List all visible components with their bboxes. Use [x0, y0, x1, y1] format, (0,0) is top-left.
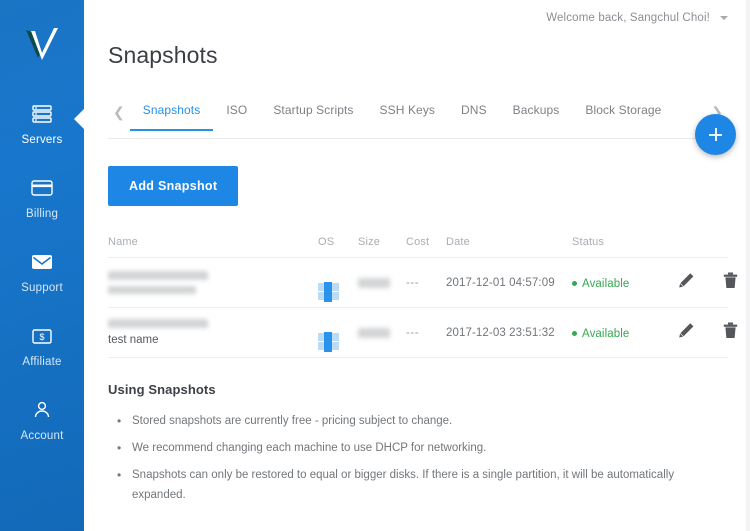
main-content: Welcome back, Sangchul Choi! Snapshots ❮…	[84, 0, 750, 531]
cell-cost: ---	[406, 326, 420, 339]
page-title: Snapshots	[108, 42, 218, 68]
delete-button[interactable]	[708, 322, 750, 344]
chevron-left-icon[interactable]: ❮	[108, 99, 130, 125]
tab-label: DNS	[461, 103, 487, 117]
table-body: --- 2017-12-01 04:57:09 Available test n…	[108, 258, 737, 358]
cell-name: test name	[108, 319, 318, 346]
column-header-size: Size	[358, 236, 380, 248]
sidebar-item-billing[interactable]: Billing	[0, 166, 84, 226]
sidebar-item-label: Billing	[25, 208, 59, 220]
tab-label: SSH Keys	[379, 103, 436, 117]
status-badge: Available	[582, 327, 630, 340]
list-item: Snapshots can only be restored to equal …	[108, 465, 708, 505]
welcome-message: Welcome back, Sangchul Choi!	[546, 12, 710, 24]
tab-backups[interactable]: Backups	[500, 99, 573, 129]
trash-icon	[723, 322, 738, 344]
envelope-icon	[29, 250, 55, 274]
sidebar-item-account[interactable]: Account	[0, 388, 84, 448]
redacted-name-primary	[108, 319, 208, 328]
cell-date: 2017-12-01 04:57:09	[446, 276, 555, 289]
redacted-size	[358, 327, 390, 338]
sidebar: Servers Billing Support $ Affiliate Acco…	[0, 0, 85, 531]
tab-label: Block Storage	[585, 103, 662, 117]
trash-icon	[723, 272, 738, 294]
help-bullet-list: Stored snapshots are currently free - pr…	[108, 411, 728, 505]
column-header-status: Status	[572, 236, 605, 248]
tab-bar: ❮ Snapshots ISO Startup Scripts SSH Keys…	[108, 99, 728, 139]
server-stack-icon	[29, 102, 55, 126]
list-item: We recommend changing each machine to us…	[108, 438, 708, 458]
pencil-icon	[678, 322, 695, 344]
sidebar-item-servers[interactable]: Servers	[0, 92, 85, 152]
redacted-name-primary	[108, 271, 208, 280]
using-snapshots-section: Using Snapshots Stored snapshots are cur…	[108, 382, 728, 505]
scrollbar-track[interactable]	[746, 0, 750, 531]
name-secondary: test name	[108, 334, 159, 346]
cell-size	[358, 277, 406, 288]
pencil-icon	[678, 272, 695, 294]
credit-card-icon	[29, 176, 55, 200]
cell-size	[358, 327, 406, 338]
tab-block-storage[interactable]: Block Storage	[572, 99, 674, 129]
sidebar-item-label: Account	[20, 430, 64, 442]
app-root: Servers Billing Support $ Affiliate Acco…	[0, 0, 750, 531]
tab-startup-scripts[interactable]: Startup Scripts	[260, 99, 366, 129]
edit-button[interactable]	[664, 272, 708, 294]
table-row[interactable]: test name --- 2017-12-03 23:51:32 Availa…	[108, 308, 737, 358]
tab-dns[interactable]: DNS	[448, 99, 500, 129]
table-row[interactable]: --- 2017-12-01 04:57:09 Available	[108, 258, 737, 308]
sidebar-item-label: Servers	[21, 134, 63, 146]
cell-status: Available	[572, 274, 664, 292]
sidebar-item-label: Support	[21, 282, 63, 294]
snapshots-table: Name OS Size Cost Date Status --- 2017-1…	[108, 236, 737, 358]
tab-label: Snapshots	[142, 103, 201, 117]
vultr-logo[interactable]	[18, 22, 66, 66]
tab-label: Backups	[512, 103, 560, 117]
status-badge: Available	[582, 277, 630, 290]
tab-label: ISO	[226, 103, 248, 117]
cell-cost: ---	[406, 276, 420, 289]
delete-button[interactable]	[708, 272, 750, 294]
column-header-os: OS	[318, 236, 335, 248]
redacted-size	[358, 277, 390, 288]
column-header-date: Date	[446, 236, 470, 248]
plus-icon	[708, 127, 723, 142]
column-header-cost: Cost	[406, 236, 430, 248]
cell-date: 2017-12-03 23:51:32	[446, 326, 555, 339]
topbar: Welcome back, Sangchul Choi!	[84, 0, 750, 30]
status-dot-icon	[572, 330, 577, 336]
add-snapshot-button[interactable]: Add Snapshot	[108, 166, 239, 206]
status-dot-icon	[572, 280, 577, 286]
add-floating-action-button[interactable]	[695, 114, 736, 155]
sidebar-item-affiliate[interactable]: $ Affiliate	[0, 314, 84, 374]
svg-text:$: $	[39, 332, 44, 342]
cell-status: Available	[572, 324, 664, 342]
sidebar-item-label: Affiliate	[22, 356, 62, 368]
redacted-name-secondary	[108, 286, 196, 294]
list-item: Stored snapshots are currently free - pr…	[108, 411, 708, 431]
table-header-row: Name OS Size Cost Date Status	[108, 236, 728, 258]
sidebar-item-support[interactable]: Support	[0, 240, 84, 300]
chevron-down-icon[interactable]	[720, 16, 728, 20]
section-heading: Using Snapshots	[108, 382, 216, 397]
column-header-name: Name	[108, 236, 138, 248]
tab-label: Startup Scripts	[273, 103, 354, 117]
person-icon	[29, 398, 55, 422]
cell-name	[108, 271, 318, 294]
edit-button[interactable]	[664, 322, 708, 344]
tab-snapshots[interactable]: Snapshots	[129, 99, 214, 131]
tab-ssh-keys[interactable]: SSH Keys	[367, 99, 449, 129]
dollar-bill-icon: $	[29, 324, 55, 348]
tab-iso[interactable]: ISO	[213, 99, 260, 129]
